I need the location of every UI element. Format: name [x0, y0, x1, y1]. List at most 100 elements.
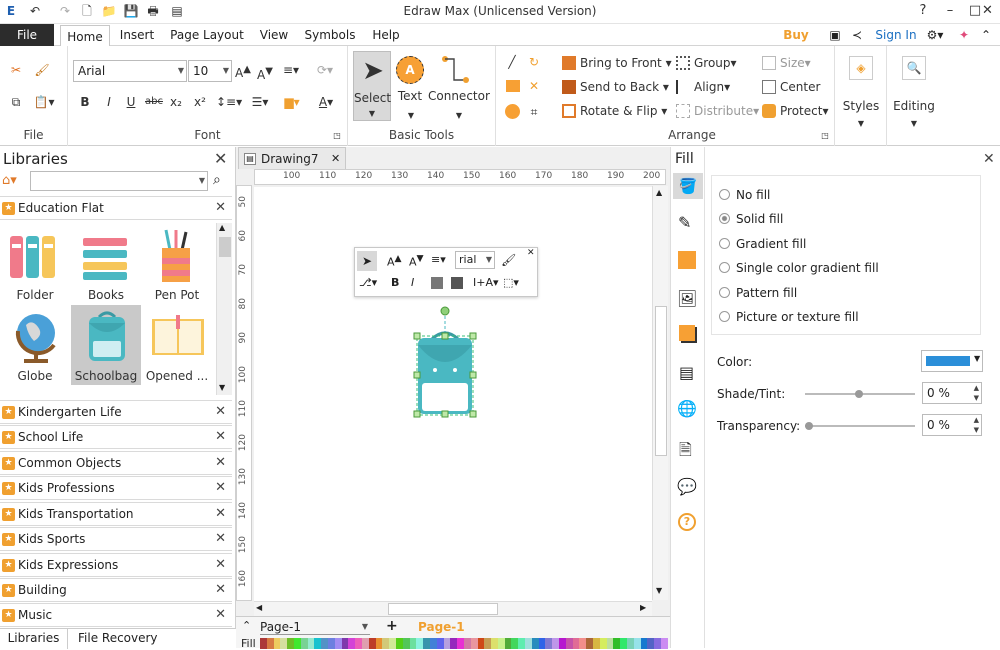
mini-shrink-font-icon[interactable]: A▼: [409, 253, 424, 269]
sign-in-link[interactable]: Sign In: [874, 24, 918, 46]
palette-swatch[interactable]: [620, 638, 628, 649]
palette-swatch[interactable]: [273, 638, 281, 649]
palette-swatch[interactable]: [436, 638, 444, 649]
mini-style-icon[interactable]: ⬚▾: [503, 276, 519, 289]
mini-toolbar-close-icon[interactable]: ✕: [527, 248, 535, 258]
palette-swatch[interactable]: [613, 638, 621, 649]
palette-swatch[interactable]: [382, 638, 390, 649]
close-library-icon[interactable]: ✕: [215, 506, 226, 521]
library-scrollbar[interactable]: ▲ ▼: [216, 223, 232, 395]
mini-font-select[interactable]: rial ▼: [455, 251, 495, 269]
curve-tool-icon[interactable]: ↻: [526, 54, 542, 70]
scroll-right-icon[interactable]: ▶: [640, 603, 646, 612]
font-size-select[interactable]: 10 ▼: [188, 60, 232, 82]
text-dropdown-icon[interactable]: ▼: [404, 108, 418, 124]
paste-icon[interactable]: 📋▾: [30, 94, 58, 110]
underline-icon[interactable]: U: [124, 94, 138, 110]
page-nav-up-icon[interactable]: ⌃: [242, 619, 251, 632]
palette-swatch[interactable]: [504, 638, 512, 649]
palette-swatch[interactable]: [457, 638, 464, 649]
mini-connector-icon[interactable]: ⎇▾: [359, 276, 377, 289]
palette-swatch[interactable]: [463, 638, 471, 649]
close-library-icon[interactable]: ✕: [215, 429, 226, 444]
shape-folder[interactable]: Folder: [0, 224, 70, 304]
pattern-fill-radio[interactable]: Pattern fill: [719, 286, 797, 300]
rotate-flip-button[interactable]: Rotate & Flip ▾: [562, 103, 667, 119]
library-item[interactable]: ★ Kids Professions ✕: [0, 476, 232, 500]
shape-books[interactable]: Books: [71, 224, 141, 304]
hyperlink-icon[interactable]: 🌐: [677, 399, 697, 418]
palette-swatch[interactable]: [416, 638, 424, 649]
palette-swatch[interactable]: [661, 638, 668, 649]
center-button[interactable]: Center: [762, 79, 820, 95]
palette-swatch[interactable]: [511, 638, 519, 649]
palette-swatch[interactable]: [443, 638, 451, 649]
library-header-education-flat[interactable]: ★ Education Flat ✕: [0, 196, 232, 220]
palette-swatch[interactable]: [429, 638, 437, 649]
palette-swatch[interactable]: [572, 638, 580, 649]
arrange-dialog-launcher-icon[interactable]: ◳: [820, 128, 830, 144]
shadow-panel-icon[interactable]: [678, 251, 696, 269]
library-search-icon[interactable]: ⌕: [213, 172, 221, 188]
editing-label[interactable]: Editing: [887, 98, 941, 114]
image-panel-icon[interactable]: 🖼: [677, 289, 697, 308]
palette-swatch[interactable]: [307, 638, 315, 649]
text-tool-icon[interactable]: A: [396, 56, 424, 84]
color-picker[interactable]: ▼: [921, 350, 983, 372]
scroll-left-icon[interactable]: ◀: [256, 603, 262, 612]
connector-dropdown-icon[interactable]: ▼: [452, 108, 466, 124]
settings-gear-icon[interactable]: ⚙▾: [922, 24, 948, 46]
palette-swatch[interactable]: [423, 638, 430, 649]
close-library-icon[interactable]: ✕: [215, 607, 226, 622]
rotate-text-icon[interactable]: ⟳▾: [312, 62, 338, 78]
font-dialog-launcher-icon[interactable]: ◳: [332, 128, 342, 144]
palette-swatch[interactable]: [361, 638, 369, 649]
palette-swatch[interactable]: [389, 638, 396, 649]
transparency-spinbox[interactable]: 0 % ▲ ▼: [922, 414, 982, 436]
share-icon[interactable]: ≺: [850, 24, 864, 46]
buy-now-link[interactable]: Buy Now: [768, 24, 824, 64]
palette-swatch[interactable]: [559, 638, 566, 649]
cut-icon[interactable]: ✂: [8, 62, 24, 78]
slider-knob[interactable]: [805, 422, 813, 430]
palette-swatch[interactable]: [334, 638, 342, 649]
cross-tool-icon[interactable]: ✕: [526, 78, 542, 94]
add-page-icon[interactable]: +: [386, 618, 398, 634]
grow-font-icon[interactable]: A▲: [234, 62, 252, 81]
palette-swatch[interactable]: [606, 638, 614, 649]
shape-opened-book[interactable]: Opened ...: [142, 305, 212, 385]
library-item[interactable]: ★ Kids Expressions ✕: [0, 553, 232, 577]
superscript-icon[interactable]: x²: [192, 94, 208, 110]
palette-swatch[interactable]: [518, 638, 526, 649]
copy-icon[interactable]: ⧉: [8, 94, 24, 110]
close-library-icon[interactable]: ✕: [215, 582, 226, 597]
mini-spacing-icon[interactable]: I+A▾: [473, 276, 499, 289]
library-item[interactable]: ★ Music ✕: [0, 603, 232, 627]
mini-select-icon[interactable]: ➤: [357, 251, 377, 271]
palette-swatch[interactable]: [531, 638, 539, 649]
help-panel-icon[interactable]: ?: [678, 513, 696, 531]
scroll-thumb[interactable]: [655, 306, 667, 456]
apps-icon[interactable]: ✦: [956, 24, 972, 46]
mini-send-back-icon[interactable]: [451, 277, 463, 289]
note-icon[interactable]: 🗎: [679, 439, 692, 466]
close-library-icon[interactable]: ✕: [215, 480, 226, 495]
palette-swatch[interactable]: [314, 638, 322, 649]
scroll-up-icon[interactable]: ▲: [656, 188, 662, 197]
palette-swatch[interactable]: [375, 638, 383, 649]
mini-align-icon[interactable]: ≡▾: [431, 253, 446, 266]
account-icon[interactable]: ▣: [828, 24, 842, 46]
shape-schoolbag[interactable]: Schoolbag: [71, 305, 141, 385]
close-library-icon[interactable]: ✕: [215, 455, 226, 470]
palette-swatch[interactable]: [450, 638, 458, 649]
palette-swatch[interactable]: [341, 638, 349, 649]
editing-search-icon[interactable]: 🔍: [902, 56, 926, 80]
library-item[interactable]: ★ Building ✕: [0, 578, 232, 602]
editing-dropdown-icon[interactable]: ▼: [907, 116, 921, 132]
line-tool-icon[interactable]: ╱: [504, 54, 520, 70]
slider-knob[interactable]: [855, 390, 863, 398]
close-window-button[interactable]: ✕: [975, 0, 1000, 22]
tab-view[interactable]: View: [256, 24, 292, 46]
palette-swatch[interactable]: [491, 638, 498, 649]
palette-swatch[interactable]: [538, 638, 546, 649]
